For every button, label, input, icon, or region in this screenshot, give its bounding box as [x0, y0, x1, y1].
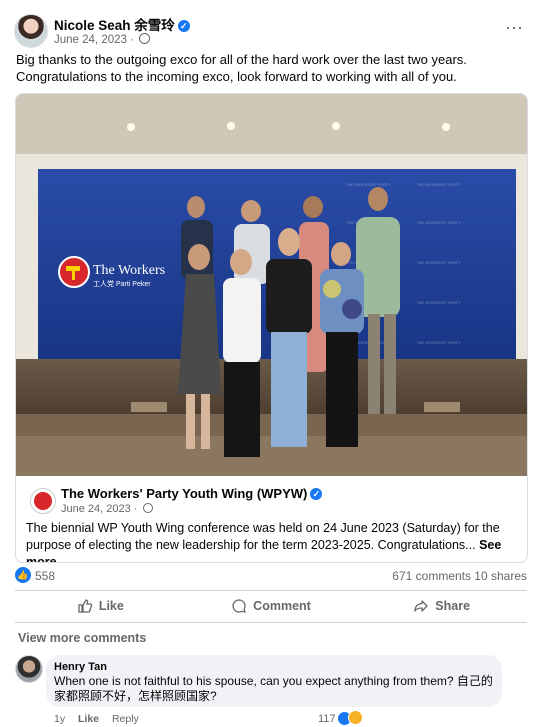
like-button[interactable]: Like: [15, 593, 186, 619]
post-header: Nicole Seah 余雪玲 ✓ June 24, 2023 · ⋯: [14, 12, 526, 52]
commenter-avatar[interactable]: [15, 655, 43, 683]
verified-badge-icon: ✓: [177, 20, 190, 32]
shared-post-meta: June 24, 2023 ·: [61, 503, 153, 515]
reactions-bar: 👍 558 671 comments 10 shares: [15, 566, 527, 588]
shared-post-description: The biennial WP Youth Wing conference wa…: [26, 520, 521, 562]
author-name[interactable]: Nicole Seah 余雪玲: [54, 18, 175, 33]
divider: [15, 622, 527, 623]
comment-like-button[interactable]: Like: [78, 713, 99, 725]
share-button[interactable]: Share: [356, 593, 527, 619]
comment-reply-button[interactable]: Reply: [112, 713, 139, 725]
backdrop-text: The Workers: [93, 263, 165, 278]
share-label: Share: [435, 599, 471, 613]
post-actions: Like Comment Share: [15, 593, 527, 619]
divider: [15, 590, 527, 591]
like-reaction-icon[interactable]: 👍: [15, 567, 31, 583]
svg-text:THE WORKERS' PARTY: THE WORKERS' PARTY: [416, 300, 461, 305]
comment-age[interactable]: 1y: [54, 713, 65, 725]
more-options-icon[interactable]: ⋯: [505, 18, 523, 39]
page-name-row: The Workers' Party Youth Wing (WPYW) ✓: [61, 486, 323, 501]
group-photo[interactable]: THE WORKERS' PARTY THE WORKERS' PARTY THE…: [16, 94, 527, 476]
globe-icon: [139, 33, 151, 44]
comment-icon: [232, 599, 247, 613]
verified-badge-icon: ✓: [310, 488, 323, 500]
shared-post-date[interactable]: June 24, 2023 ·: [61, 503, 137, 515]
comment-bubble: Henry Tan When one is not faithful to hi…: [46, 655, 502, 707]
thumbs-up-icon: [78, 599, 93, 613]
shares-count[interactable]: 10 shares: [474, 569, 527, 583]
page-name[interactable]: The Workers' Party Youth Wing (WPYW): [61, 486, 307, 501]
like-label: Like: [98, 599, 124, 613]
shared-post-info: The Workers' Party Youth Wing (WPYW) ✓ Ju…: [16, 476, 527, 562]
post-text: Big thanks to the outgoing exco for all …: [16, 52, 467, 84]
comment-label: Comment: [253, 599, 311, 613]
author-name-row: Nicole Seah 余雪玲 ✓: [54, 14, 190, 34]
group-photo-image: THE WORKERS' PARTY THE WORKERS' PARTY THE…: [16, 94, 527, 476]
post-date[interactable]: June 24, 2023 ·: [54, 34, 134, 46]
shared-post-card[interactable]: THE WORKERS' PARTY THE WORKERS' PARTY THE…: [15, 93, 528, 563]
haha-reaction-icon: [347, 710, 363, 725]
view-more-comments-link[interactable]: View more comments: [18, 631, 146, 645]
comment-reaction-count: 117: [318, 713, 336, 725]
comment-reactions[interactable]: 117: [318, 710, 363, 725]
author-avatar[interactable]: [14, 14, 48, 48]
commenter-name[interactable]: Henry Tan: [54, 661, 107, 673]
comments-count[interactable]: 671 comments: [392, 569, 471, 583]
comment-actions: 1y Like Reply: [54, 713, 149, 725]
comment-text: When one is not faithful to his spouse, …: [54, 674, 493, 703]
svg-text:THE WORKERS' PARTY: THE WORKERS' PARTY: [416, 340, 461, 345]
reaction-count[interactable]: 558: [35, 569, 55, 583]
share-icon: [414, 600, 428, 612]
shared-description-text: The biennial WP Youth Wing conference wa…: [26, 521, 500, 552]
backdrop-subtext: 工人党 Parti Peker: [93, 279, 151, 288]
comment-button[interactable]: Comment: [186, 593, 357, 619]
svg-text:THE WORKERS' PARTY: THE WORKERS' PARTY: [346, 182, 391, 187]
svg-text:THE WORKERS' PARTY: THE WORKERS' PARTY: [416, 220, 461, 225]
svg-text:THE WORKERS' PARTY: THE WORKERS' PARTY: [416, 182, 461, 187]
globe-icon: [142, 503, 153, 513]
svg-text:THE WORKERS' PARTY: THE WORKERS' PARTY: [416, 260, 461, 265]
post-meta: June 24, 2023 ·: [54, 33, 151, 46]
page-logo[interactable]: [30, 488, 56, 514]
